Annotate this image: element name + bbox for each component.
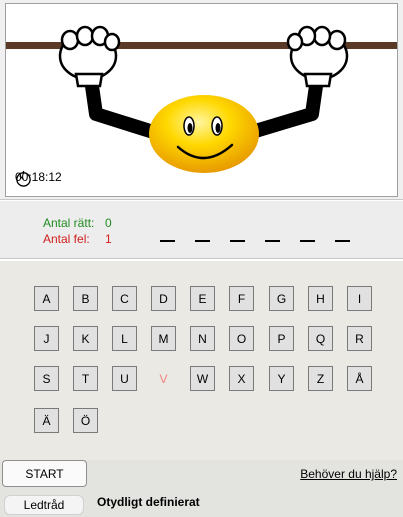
timer: 00:18:12 xyxy=(15,170,62,187)
correct-count: Antal rätt: 0 xyxy=(43,216,112,230)
letter-key-a[interactable]: A xyxy=(34,286,59,311)
letter-key-ö[interactable]: Ö xyxy=(73,408,98,433)
letter-key-e[interactable]: E xyxy=(190,286,215,311)
score-panel: Antal rätt: 0 Antal fel: 1 xyxy=(0,201,403,258)
correct-label: Antal rätt: xyxy=(43,216,95,230)
start-button[interactable]: START xyxy=(2,460,87,487)
help-link[interactable]: Behöver du hjälp? xyxy=(300,467,397,481)
wrong-value: 1 xyxy=(105,232,112,246)
letter-slot xyxy=(230,240,245,242)
letter-key-s[interactable]: S xyxy=(34,366,59,391)
letter-slot xyxy=(160,240,175,242)
letter-keyboard: ABCDEFGHI JKLMNOPQR STUVWXYZÅ ÄÖ xyxy=(0,261,403,460)
letter-key-ä[interactable]: Ä xyxy=(34,408,59,433)
letter-key-i[interactable]: I xyxy=(347,286,372,311)
left-hand xyxy=(58,25,121,88)
word-slots xyxy=(160,240,350,242)
letter-key-d[interactable]: D xyxy=(151,286,176,311)
letter-key-g[interactable]: G xyxy=(269,286,294,311)
letter-key-o[interactable]: O xyxy=(229,326,254,351)
letter-slot xyxy=(335,240,350,242)
correct-value: 0 xyxy=(105,216,112,230)
letter-key-b[interactable]: B xyxy=(73,286,98,311)
letter-key-r[interactable]: R xyxy=(347,326,372,351)
hanging-smiley-illustration xyxy=(6,25,397,173)
smiley-face xyxy=(149,95,259,173)
letter-key-å[interactable]: Å xyxy=(347,366,372,391)
letter-key-q[interactable]: Q xyxy=(308,326,333,351)
letter-slot xyxy=(300,240,315,242)
letter-key-x[interactable]: X xyxy=(229,366,254,391)
wrong-label: Antal fel: xyxy=(43,232,90,246)
letter-key-w[interactable]: W xyxy=(190,366,215,391)
letter-key-n[interactable]: N xyxy=(190,326,215,351)
letter-key-c[interactable]: C xyxy=(112,286,137,311)
letter-key-l[interactable]: L xyxy=(112,326,137,351)
wrong-count: Antal fel: 1 xyxy=(43,232,112,246)
letter-key-v: V xyxy=(151,366,176,391)
hint-text: Otydligt definierat xyxy=(97,495,200,509)
right-hand xyxy=(286,25,349,88)
letter-key-t[interactable]: T xyxy=(73,366,98,391)
letter-key-k[interactable]: K xyxy=(73,326,98,351)
letter-key-u[interactable]: U xyxy=(112,366,137,391)
letter-key-p[interactable]: P xyxy=(269,326,294,351)
letter-key-z[interactable]: Z xyxy=(308,366,333,391)
stopwatch-icon xyxy=(16,170,31,187)
letter-key-y[interactable]: Y xyxy=(269,366,294,391)
letter-key-f[interactable]: F xyxy=(229,286,254,311)
hint-button[interactable]: Ledtråd xyxy=(4,495,84,515)
letter-key-h[interactable]: H xyxy=(308,286,333,311)
letter-slot xyxy=(265,240,280,242)
letter-slot xyxy=(195,240,210,242)
letter-key-m[interactable]: M xyxy=(151,326,176,351)
game-panel: 00:18:12 xyxy=(5,3,398,197)
bottom-bar: START Behöver du hjälp? Ledtråd Otydligt… xyxy=(0,460,403,517)
letter-key-j[interactable]: J xyxy=(34,326,59,351)
